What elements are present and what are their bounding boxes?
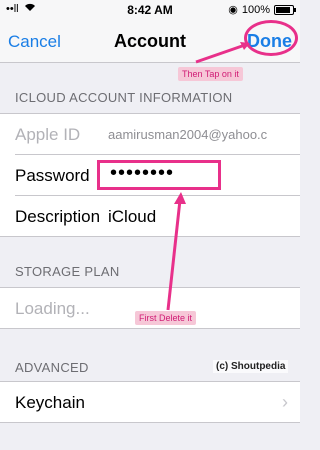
password-highlight-box bbox=[97, 160, 221, 190]
keychain-row[interactable]: Keychain › bbox=[15, 382, 300, 422]
battery-percent: 100% bbox=[241, 3, 270, 16]
advanced-section-header: ADVANCED bbox=[15, 360, 89, 375]
icloud-section-header: ICLOUD ACCOUNT INFORMATION bbox=[15, 90, 233, 105]
description-label: Description bbox=[15, 207, 101, 226]
storage-loading-text: Loading... bbox=[15, 299, 90, 318]
password-label: Password bbox=[15, 166, 90, 185]
description-row[interactable]: Description iCloud bbox=[15, 196, 300, 236]
battery-indicator: ◉ 100% bbox=[228, 3, 296, 16]
battery-icon bbox=[274, 4, 296, 15]
chevron-right-icon: › bbox=[282, 392, 288, 412]
keychain-label: Keychain bbox=[15, 393, 85, 412]
first-delete-callout: First Delete it bbox=[135, 311, 197, 325]
storage-section-header: STORAGE PLAN bbox=[15, 264, 120, 279]
description-value[interactable]: iCloud bbox=[108, 207, 156, 227]
then-tap-callout: Then Tap on it bbox=[178, 67, 243, 81]
watermark: (c) Shoutpedia bbox=[213, 360, 289, 373]
rotation-lock-icon: ◉ bbox=[228, 4, 238, 16]
apple-id-value: aamirusman2004@yahoo.c bbox=[108, 127, 268, 142]
done-highlight-circle bbox=[244, 20, 298, 56]
status-bar: ••ll 8:42 AM ◉ 100% bbox=[0, 0, 300, 20]
advanced-group: Keychain › bbox=[0, 381, 300, 423]
apple-id-label: Apple ID bbox=[15, 125, 81, 144]
apple-id-row: Apple ID aamirusman2004@yahoo.c bbox=[15, 114, 300, 155]
